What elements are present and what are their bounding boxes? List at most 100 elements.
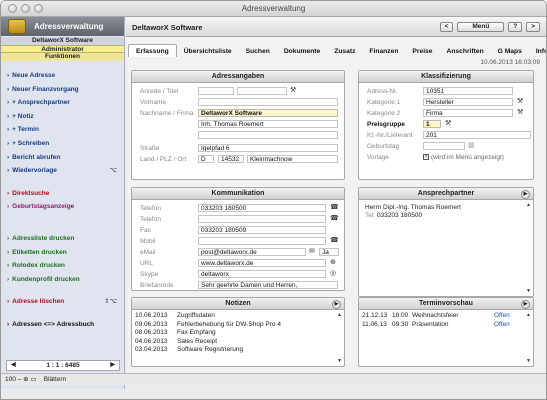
lastname-field[interactable]: DeltaworX Software bbox=[198, 109, 338, 117]
list-item[interactable]: 09.06.2013 Fehlerbehebung für DW-Shop Pro… bbox=[132, 321, 344, 330]
list-item[interactable]: 03.04.2013 Software Registrierung bbox=[132, 346, 344, 355]
nav-resubmission[interactable]: › Wiedervorlage ⌥ bbox=[1, 164, 124, 178]
nav-print-list[interactable]: › Adressliste drucken bbox=[1, 232, 124, 246]
contact-entry[interactable]: Herrn Dipl.-Ing. Thomas Roemert Tel: 033… bbox=[359, 200, 533, 220]
country-field[interactable]: D bbox=[198, 155, 214, 163]
salutation-select[interactable] bbox=[198, 87, 234, 95]
record-pager: ◀ 1 : 1 : 6485 ▶ bbox=[6, 360, 120, 371]
scroll-up-icon[interactable]: ▲ bbox=[526, 202, 531, 208]
tools-icon[interactable]: ⚒ bbox=[445, 120, 451, 128]
company-addon-field[interactable]: Inh. Thomas Roemert bbox=[198, 120, 338, 128]
nav-add-note[interactable]: › + Notiz bbox=[1, 110, 124, 124]
tools-icon[interactable]: ⚒ bbox=[290, 87, 296, 95]
scroll-down-icon[interactable]: ▼ bbox=[337, 358, 342, 364]
phone-icon[interactable]: ☎ bbox=[330, 204, 339, 212]
nav-add-letter[interactable]: › + Schreiben bbox=[1, 137, 124, 151]
help-button[interactable]: ? bbox=[508, 22, 523, 32]
appointments-list: 21.12.13 18:00 Weihnachtsfeier Offen 11.06.… bbox=[359, 310, 533, 329]
nav-address-book[interactable]: › Adressen <=> Adressbuch bbox=[1, 318, 124, 332]
comm-row: URL www.deltaworx.de ⊕ bbox=[140, 259, 340, 268]
template-checkbox[interactable]: ✕ bbox=[423, 154, 429, 161]
open-arrow-icon[interactable]: ▶ bbox=[332, 299, 341, 309]
nav-birthdays[interactable]: › Geburtstagsanzeige bbox=[1, 200, 124, 214]
next-button[interactable]: > bbox=[526, 22, 540, 32]
nav-label: Direktsuche bbox=[12, 189, 50, 197]
tab-finance[interactable]: Finanzen bbox=[362, 45, 405, 58]
nav-print-labels[interactable]: › Etiketten drucken bbox=[1, 246, 124, 260]
skype-field[interactable]: deltaworx bbox=[198, 270, 326, 278]
tab-extra[interactable]: Zusatz bbox=[327, 45, 362, 58]
tab-documents[interactable]: Dokumente bbox=[277, 45, 327, 58]
calendar-icon[interactable]: ▦ bbox=[468, 142, 475, 150]
menu-button[interactable]: Menü bbox=[457, 22, 505, 32]
email-field[interactable]: post@deltaworx.de bbox=[198, 248, 306, 256]
nav-delete-address[interactable]: › Adresse löschen ⇧⌥ bbox=[1, 295, 124, 309]
nav-add-contact[interactable]: › + Ansprechpartner bbox=[1, 96, 124, 110]
phone2-field[interactable] bbox=[198, 215, 326, 223]
skype-icon[interactable]: ◎ bbox=[330, 270, 336, 278]
city-field[interactable]: Kleinmachnow bbox=[247, 155, 338, 163]
scroll-down-icon[interactable]: ▼ bbox=[526, 288, 531, 294]
open-arrow-icon[interactable]: ▶ bbox=[521, 299, 530, 309]
tools-icon[interactable]: ⚒ bbox=[517, 109, 523, 117]
email-flag-select[interactable]: Ja bbox=[319, 248, 339, 256]
phone-icon[interactable]: ☎ bbox=[330, 215, 339, 223]
zoom-level[interactable]: 100 bbox=[5, 376, 16, 383]
nav-report[interactable]: › Bericht abrufen bbox=[1, 151, 124, 165]
nav-add-appointment[interactable]: › + Termin bbox=[1, 123, 124, 137]
nav-new-finance[interactable]: › Neuer Finanzvorgang bbox=[1, 83, 124, 97]
price-group-select[interactable]: 1 bbox=[423, 120, 441, 128]
tools-icon[interactable]: ⚒ bbox=[517, 98, 523, 106]
field-label: Telefon bbox=[140, 216, 161, 223]
panel-title-text: Terminvorschau bbox=[419, 300, 473, 307]
firstname-field[interactable] bbox=[198, 98, 338, 106]
nav-print-rolodex[interactable]: › Rolodex drucken bbox=[1, 259, 124, 273]
phone-icon[interactable]: ☎ bbox=[330, 237, 339, 245]
phone-field[interactable]: 033203 180500 bbox=[198, 204, 326, 212]
salutation-row: Anrede / Titel ⚒ bbox=[140, 87, 340, 96]
tab-gmaps[interactable]: G Maps bbox=[491, 45, 529, 58]
title-select[interactable] bbox=[237, 87, 287, 95]
zip-field[interactable]: 14532 bbox=[218, 155, 244, 163]
birthday-field[interactable] bbox=[423, 142, 465, 150]
list-item[interactable]: 10.06.2013 Zugriffsdaten bbox=[132, 312, 344, 321]
scroll-up-icon[interactable]: ▲ bbox=[526, 312, 531, 318]
sidebar: Adressverwaltung DeltaworX Software Admi… bbox=[1, 17, 125, 389]
list-item[interactable]: 11.06.13 09:30 Präsentation Offen bbox=[359, 321, 533, 330]
tab-info[interactable]: Infos bbox=[529, 45, 546, 58]
zoom-out-icon[interactable]: – bbox=[18, 376, 22, 383]
appt-text: Weihnachtsfeier bbox=[412, 312, 459, 319]
category1-select[interactable]: Hersteller bbox=[423, 98, 513, 106]
salutation-letter-field[interactable]: Sehr geehrte Damen und Herren, bbox=[198, 281, 338, 289]
layout-toggle-icon[interactable]: ▭ bbox=[30, 376, 36, 383]
prev-record-icon[interactable]: ◀ bbox=[11, 361, 16, 370]
mail-icon[interactable]: ✉ bbox=[309, 248, 315, 256]
nav-direct-search[interactable]: › Direktsuche bbox=[1, 187, 124, 201]
mobile-field[interactable] bbox=[198, 237, 326, 245]
tab-prices[interactable]: Preise bbox=[405, 45, 439, 58]
nav-new-address[interactable]: › Neue Adresse bbox=[1, 69, 124, 83]
zoom-in-icon[interactable]: ⊕ bbox=[23, 376, 28, 383]
list-item[interactable]: 08.06.2013 Fax Empfang bbox=[132, 329, 344, 338]
tab-addresses[interactable]: Anschriften bbox=[440, 45, 491, 58]
tab-erfassung[interactable]: Erfassung bbox=[128, 44, 177, 57]
category2-select[interactable]: Firma bbox=[423, 109, 513, 117]
address-extra-field[interactable] bbox=[198, 131, 338, 139]
supplier-field[interactable]: 201 bbox=[423, 131, 531, 139]
tab-overview[interactable]: Übersichtsliste bbox=[177, 45, 239, 58]
tab-search[interactable]: Suchen bbox=[239, 45, 277, 58]
street-field[interactable]: Igelpfad 6 bbox=[198, 144, 338, 152]
mode-label[interactable]: Blättern bbox=[44, 376, 66, 383]
list-item[interactable]: 04.06.2013 Sales Receipt bbox=[132, 338, 344, 347]
prev-button[interactable]: < bbox=[439, 22, 454, 32]
list-item[interactable]: 21.12.13 18:00 Weihnachtsfeier Offen bbox=[359, 312, 533, 321]
globe-icon[interactable]: ⊕ bbox=[330, 259, 336, 267]
url-field[interactable]: www.deltaworx.de bbox=[198, 259, 326, 267]
fax-field[interactable]: 033203 180509 bbox=[198, 226, 326, 234]
open-arrow-icon[interactable]: ▶ bbox=[521, 189, 530, 199]
nav-print-profile[interactable]: › Kundenprofil drucken bbox=[1, 273, 124, 287]
note-date: 03.04.2013 bbox=[135, 346, 168, 353]
scroll-down-icon[interactable]: ▼ bbox=[526, 358, 531, 364]
scroll-up-icon[interactable]: ▲ bbox=[337, 312, 342, 318]
next-record-icon[interactable]: ▶ bbox=[110, 361, 115, 370]
